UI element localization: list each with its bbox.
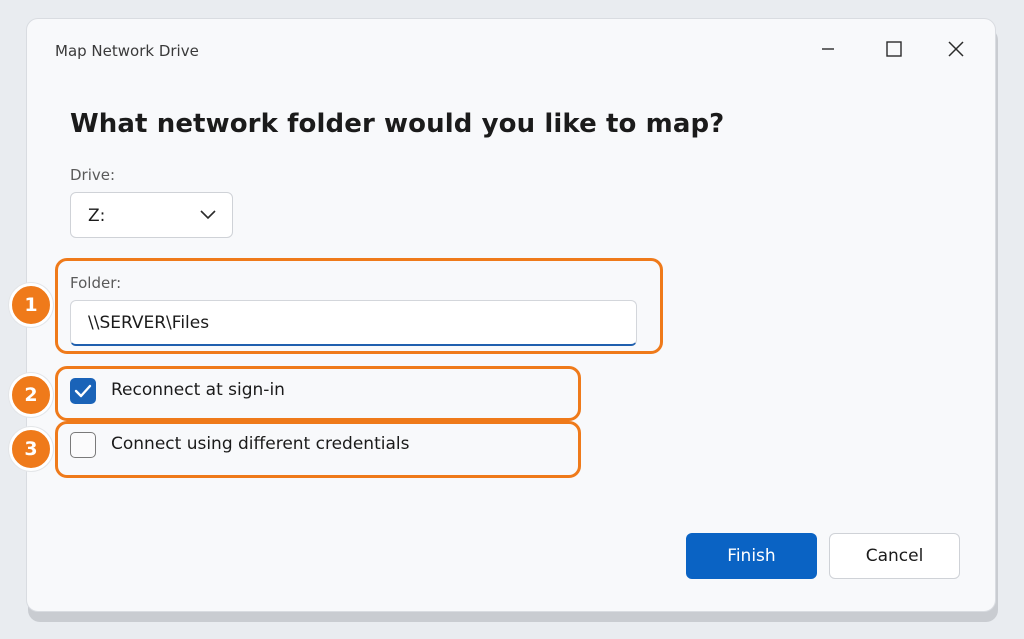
callout-box-reconnect	[55, 366, 581, 421]
minimize-button[interactable]	[807, 33, 849, 65]
callout-badge-3: 3	[9, 427, 53, 471]
close-button[interactable]	[935, 33, 977, 65]
callout-box-credentials	[55, 421, 581, 478]
chevron-down-icon	[200, 210, 216, 220]
window-title: Map Network Drive	[55, 42, 199, 60]
minimize-icon	[822, 48, 834, 50]
close-icon	[948, 41, 964, 57]
maximize-icon	[886, 41, 902, 57]
cancel-button[interactable]: Cancel	[829, 533, 960, 579]
title-bar: Map Network Drive	[27, 19, 995, 81]
drive-label: Drive:	[70, 166, 116, 184]
callout-badge-1: 1	[9, 283, 53, 327]
dialog-heading: What network folder would you like to ma…	[70, 109, 725, 139]
drive-selected-value: Z:	[88, 206, 106, 226]
callout-box-folder	[55, 258, 663, 354]
finish-button[interactable]: Finish	[686, 533, 817, 579]
drive-select[interactable]: Z:	[70, 192, 233, 238]
maximize-button[interactable]	[873, 33, 915, 65]
callout-badge-2: 2	[9, 373, 53, 417]
